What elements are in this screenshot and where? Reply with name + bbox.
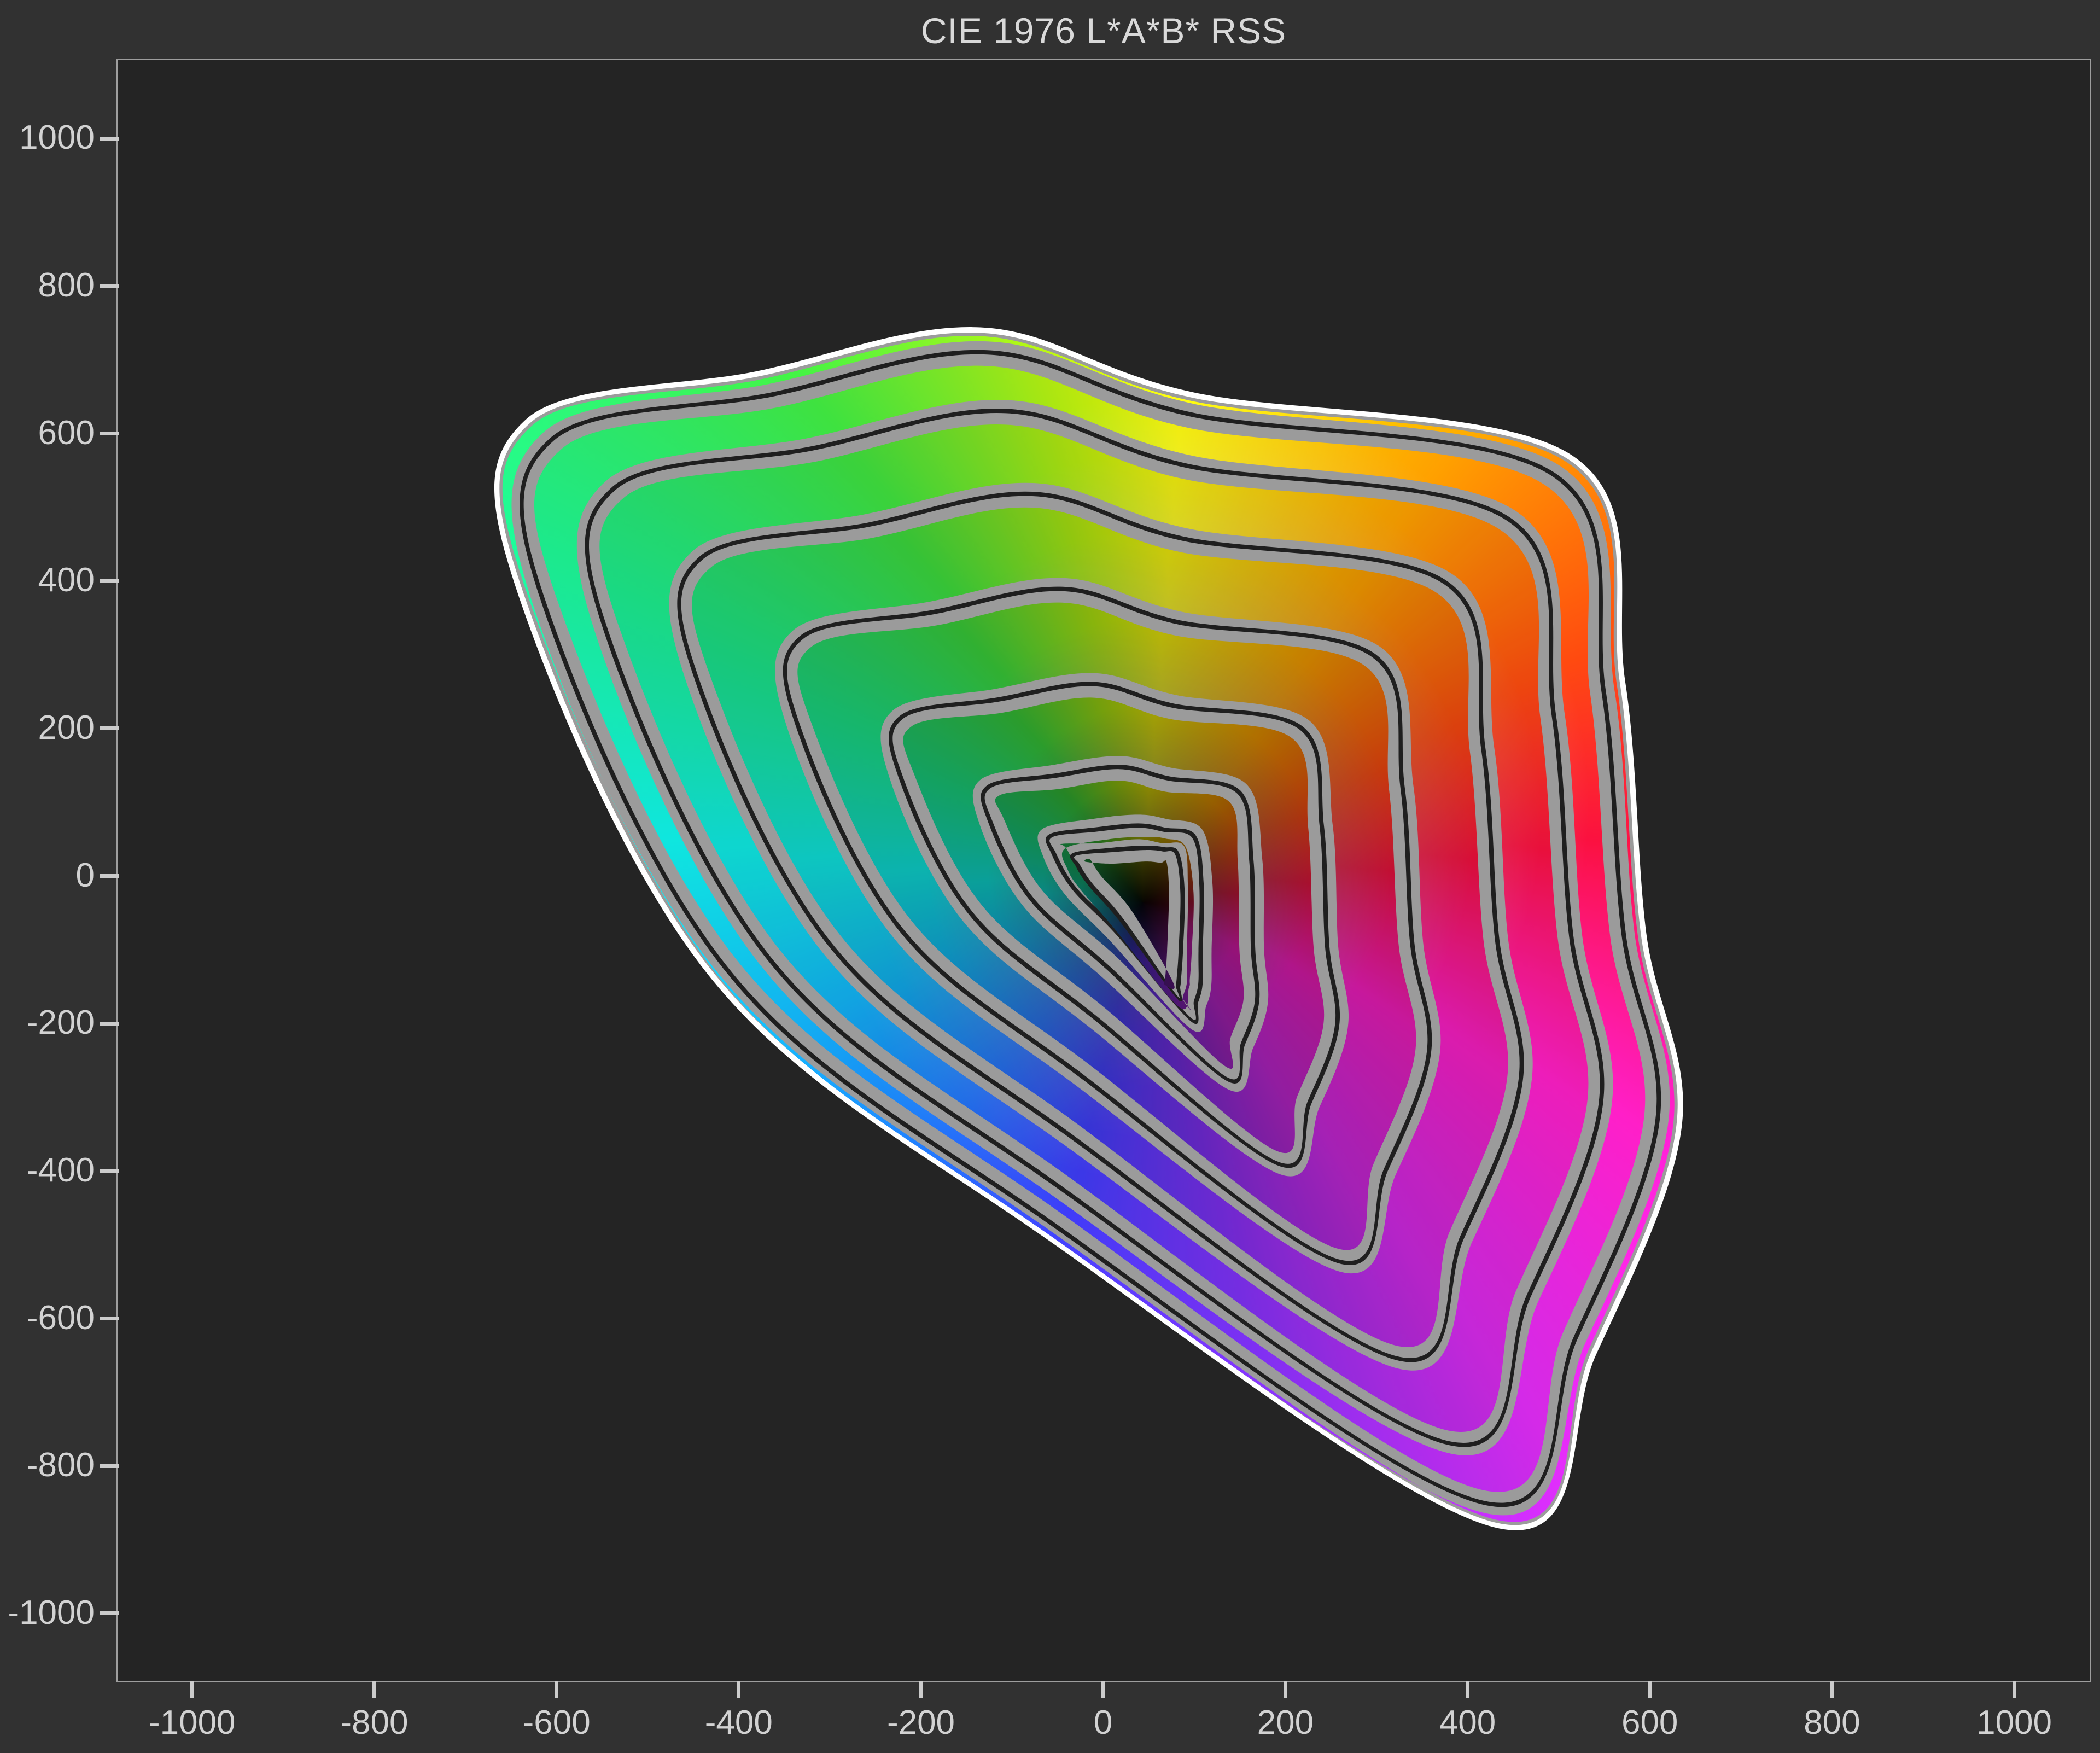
x-tick-mark xyxy=(555,1681,559,1698)
y-tick-mark xyxy=(100,432,119,436)
x-tick-label: 600 xyxy=(1621,1704,1678,1742)
gamut-slice-stack xyxy=(118,60,2090,1681)
y-tick-mark xyxy=(100,1611,119,1616)
y-tick-mark xyxy=(100,136,119,141)
y-tick-label: 400 xyxy=(38,561,95,599)
y-tick-mark xyxy=(100,874,119,878)
y-tick-mark xyxy=(100,1317,119,1321)
gamut-slice-fill-8 xyxy=(118,60,2086,1678)
x-tick-label: -1000 xyxy=(148,1704,236,1742)
x-tick-mark xyxy=(1466,1681,1470,1698)
y-tick-label: -200 xyxy=(26,1004,95,1042)
x-tick-label: 400 xyxy=(1439,1704,1496,1742)
y-tick-label: -1000 xyxy=(8,1593,95,1632)
y-tick-mark xyxy=(100,726,119,731)
x-tick-label: -200 xyxy=(886,1704,955,1742)
y-tick-label: 600 xyxy=(38,414,95,452)
x-tick-mark xyxy=(2012,1681,2016,1698)
y-tick-label: 800 xyxy=(38,266,95,304)
y-tick-label: 0 xyxy=(75,856,95,894)
x-tick-mark xyxy=(1101,1681,1105,1698)
y-tick-mark xyxy=(100,579,119,583)
x-tick-label: 1000 xyxy=(1976,1704,2052,1742)
x-tick-label: 200 xyxy=(1257,1704,1314,1742)
y-tick-mark xyxy=(100,1021,119,1026)
x-tick-label: -400 xyxy=(704,1704,773,1742)
x-tick-label: 800 xyxy=(1804,1704,1860,1742)
x-tick-mark xyxy=(737,1681,741,1698)
x-tick-label: -800 xyxy=(340,1704,409,1742)
plot-area xyxy=(116,59,2091,1682)
y-tick-mark xyxy=(100,284,119,288)
x-tick-mark xyxy=(190,1681,194,1698)
x-tick-mark xyxy=(372,1681,376,1698)
y-tick-label: -600 xyxy=(26,1298,95,1337)
x-tick-mark xyxy=(1283,1681,1287,1698)
y-tick-label: -400 xyxy=(26,1151,95,1189)
y-tick-mark xyxy=(100,1169,119,1173)
y-tick-label: 1000 xyxy=(19,119,95,157)
y-tick-mark xyxy=(100,1464,119,1468)
x-tick-mark xyxy=(1648,1681,1652,1698)
chart-title: CIE 1976 L*A*B* RSS xyxy=(920,10,1287,51)
figure: CIE 1976 L*A*B* RSS -1000 -800 -600 -400 -20… xyxy=(0,0,2100,1753)
x-tick-mark xyxy=(1830,1681,1834,1698)
y-tick-label: -800 xyxy=(26,1446,95,1484)
y-tick-label: 200 xyxy=(38,708,95,747)
x-tick-label: -600 xyxy=(522,1704,591,1742)
x-tick-mark xyxy=(919,1681,923,1698)
x-tick-label: 0 xyxy=(1093,1704,1113,1742)
